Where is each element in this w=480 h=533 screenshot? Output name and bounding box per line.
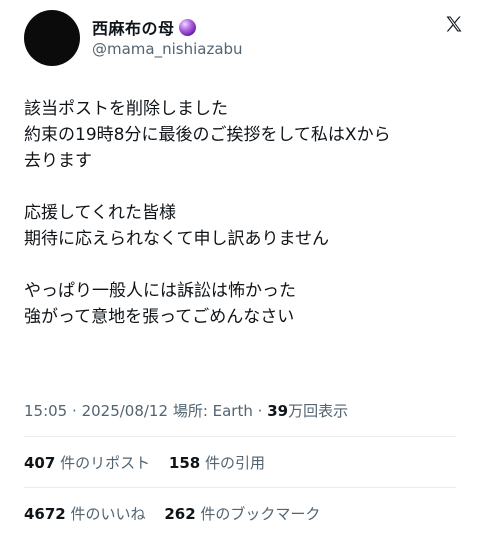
- tweet-line: 強がって意地を張ってごめんなさい: [24, 307, 295, 327]
- views-count: 39: [267, 402, 289, 420]
- tweet-date[interactable]: 2025/08/12: [82, 402, 168, 420]
- likes-stat[interactable]: 4672 件のいいね: [24, 505, 146, 523]
- tweet-header: 西麻布の母 @mama_nishiazabu: [24, 10, 464, 66]
- tweet-line: 応援してくれた皆様: [24, 203, 176, 223]
- divider: [24, 436, 456, 437]
- tweet-line: 約束の19時8分に最後のご挨拶をして私はXから: [24, 125, 391, 145]
- quotes-count: 158: [168, 454, 201, 472]
- stats-row-likes: 4672 件のいいね 262 件のブックマーク: [24, 503, 334, 524]
- bookmarks-label: 件のブックマーク: [200, 505, 321, 523]
- tweet-line: 去ります: [24, 151, 92, 171]
- reposts-label: 件のリポスト: [60, 454, 151, 472]
- likes-label: 件のいいね: [70, 505, 146, 523]
- reposts-count: 407: [24, 454, 56, 472]
- tweet-line: 該当ポストを削除しました: [24, 99, 228, 119]
- tweet-location: 場所: Earth: [172, 402, 253, 420]
- tweet-text: 該当ポストを削除しました 約束の19時8分に最後のご挨拶をして私はXから 去りま…: [24, 96, 464, 330]
- avatar[interactable]: [24, 10, 80, 66]
- display-name[interactable]: 西麻布の母: [92, 15, 175, 39]
- divider: [24, 487, 456, 488]
- meta-separator: ·: [257, 402, 268, 420]
- tweet-time[interactable]: 15:05: [24, 402, 67, 420]
- tweet-meta: 15:05 · 2025/08/12 場所: Earth · 39万回表示: [24, 400, 348, 421]
- x-logo-icon: [446, 16, 462, 32]
- crystal-ball-icon: [178, 18, 196, 36]
- user-handle[interactable]: @mama_nishiazabu: [92, 40, 243, 58]
- reposts-stat[interactable]: 407 件のリポスト: [24, 454, 150, 472]
- views-label: 万回表示: [288, 402, 349, 420]
- stats-row-reposts: 407 件のリポスト 158 件の引用: [24, 452, 279, 473]
- bookmarks-count: 262: [164, 505, 196, 523]
- meta-separator: ·: [72, 402, 82, 420]
- tweet-line: 期待に応えられなくて申し訳ありません: [24, 229, 329, 249]
- likes-count: 4672: [24, 505, 66, 523]
- name-row: 西麻布の母: [92, 15, 196, 39]
- quotes-label: 件の引用: [204, 454, 265, 472]
- tweet-line: やっぱり一般人には訴訟は怖かった: [24, 281, 296, 301]
- bookmarks-stat[interactable]: 262 件のブックマーク: [164, 505, 320, 523]
- quotes-stat[interactable]: 158 件の引用: [169, 454, 265, 472]
